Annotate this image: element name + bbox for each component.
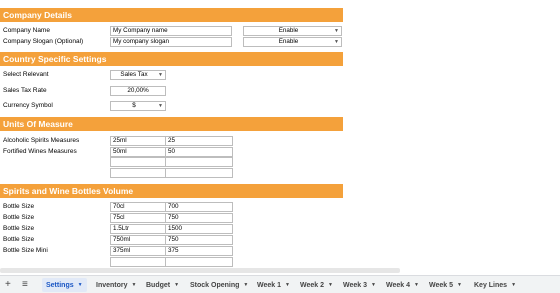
select-relevant-dropdown[interactable]: Sales Tax ▼ (110, 70, 166, 80)
select-relevant-value: Sales Tax (120, 71, 148, 78)
tab-stock-opening[interactable]: Stock Opening ▼ (186, 278, 252, 292)
tab-week-4[interactable]: Week 4 ▼ (382, 278, 423, 292)
tab-label: Stock Opening (190, 281, 240, 289)
tab-budget[interactable]: Budget ▼ (142, 278, 183, 292)
section-country-settings: Country Specific Settings (0, 52, 343, 66)
units-cell-b[interactable] (165, 168, 233, 178)
section-bottle-volume: Spirits and Wine Bottles Volume (0, 184, 343, 198)
chevron-down-icon: ▼ (414, 282, 419, 288)
chevron-down-icon: ▼ (334, 28, 339, 34)
tab-week-5[interactable]: Week 5 ▼ (425, 278, 466, 292)
select-relevant-label: Select Relevant (3, 71, 49, 78)
sales-tax-rate-cell[interactable]: 20,00% (110, 86, 166, 96)
tab-inventory[interactable]: Inventory ▼ (92, 278, 140, 292)
spreadsheet-grid: Company Details Company Name My Company … (0, 0, 560, 273)
add-sheet-icon[interactable]: + (5, 278, 11, 292)
bottle-cell-a[interactable]: 375ml (110, 246, 166, 256)
company-name-cell[interactable]: My Company name (110, 26, 232, 36)
sheet-tab-bar: + ≡ Settings ▼ Inventory ▼ Budget ▼ Stock O… (0, 275, 560, 293)
bottle-row-label: Bottle Size (3, 214, 35, 221)
company-name-enable-select[interactable]: Enable ▼ (243, 26, 342, 36)
tab-label: Week 3 (343, 281, 367, 289)
bottle-cell-b[interactable] (165, 257, 233, 267)
section-company-details: Company Details (0, 8, 343, 22)
units-cell-b[interactable]: 50 (165, 147, 233, 157)
chevron-down-icon: ▼ (77, 282, 83, 288)
tab-label: Week 4 (386, 281, 410, 289)
tab-label: Inventory (96, 281, 128, 289)
tab-label: Key Lines (474, 281, 508, 289)
currency-symbol-dropdown[interactable]: $ ▼ (110, 101, 166, 111)
bottle-cell-b[interactable]: 375 (165, 246, 233, 256)
tab-label: Settings (46, 281, 74, 289)
bottle-row-label: Bottle Size (3, 236, 35, 243)
tab-week-2[interactable]: Week 2 ▼ (296, 278, 337, 292)
chevron-down-icon: ▼ (457, 282, 462, 288)
tab-week-1[interactable]: Week 1 ▼ (253, 278, 294, 292)
bottle-row-label: Bottle Size Mini (3, 247, 48, 254)
horizontal-scrollbar[interactable] (0, 268, 400, 273)
chevron-down-icon: ▼ (334, 39, 339, 45)
company-slogan-label: Company Slogan (Optional) (3, 38, 84, 45)
chevron-down-icon: ▼ (511, 282, 517, 288)
tab-label: Week 1 (257, 281, 281, 289)
chevron-down-icon: ▼ (158, 72, 163, 78)
bottle-cell-a[interactable] (110, 257, 166, 267)
currency-symbol-value: $ (132, 102, 136, 109)
sales-tax-rate-label: Sales Tax Rate (3, 87, 47, 94)
chevron-down-icon: ▼ (174, 282, 180, 288)
tab-label: Week 5 (429, 281, 453, 289)
chevron-down-icon: ▼ (158, 103, 163, 109)
tab-label: Week 2 (300, 281, 324, 289)
units-row-label: Fortified Wines Measures (3, 148, 77, 155)
bottle-row-label: Bottle Size (3, 203, 35, 210)
units-cell-a[interactable] (110, 168, 166, 178)
bottle-cell-a[interactable]: 70cl (110, 202, 166, 212)
tab-settings[interactable]: Settings ▼ (42, 278, 87, 292)
all-sheets-icon[interactable]: ≡ (22, 278, 28, 292)
bottle-cell-b[interactable]: 1500 (165, 224, 233, 234)
bottle-row-label: Bottle Size (3, 225, 35, 232)
company-slogan-cell[interactable]: My company slogan (110, 37, 232, 47)
units-cell-b[interactable] (165, 157, 233, 167)
chevron-down-icon: ▼ (371, 282, 376, 288)
bottle-cell-b[interactable]: 750 (165, 235, 233, 245)
chevron-down-icon: ▼ (243, 282, 249, 288)
chevron-down-icon: ▼ (285, 282, 290, 288)
tab-key-lines[interactable]: Key Lines ▼ (470, 278, 520, 292)
bottle-cell-a[interactable]: 75cl (110, 213, 166, 223)
bottle-cell-a[interactable]: 750ml (110, 235, 166, 245)
tab-label: Budget (146, 281, 171, 289)
company-name-label: Company Name (3, 27, 50, 34)
bottle-cell-b[interactable]: 750 (165, 213, 233, 223)
bottle-cell-a[interactable]: 1.5Ltr (110, 224, 166, 234)
units-cell-a[interactable]: 50ml (110, 147, 166, 157)
company-slogan-enable-value: Enable (278, 38, 299, 45)
tab-week-3[interactable]: Week 3 ▼ (339, 278, 380, 292)
bottle-cell-b[interactable]: 700 (165, 202, 233, 212)
company-slogan-enable-select[interactable]: Enable ▼ (243, 37, 342, 47)
units-row-label: Alcoholic Spirits Measures (3, 137, 80, 144)
chevron-down-icon: ▼ (131, 282, 137, 288)
chevron-down-icon: ▼ (328, 282, 333, 288)
company-name-enable-value: Enable (278, 27, 299, 34)
currency-symbol-label: Currency Symbol (3, 102, 53, 109)
units-cell-a[interactable] (110, 157, 166, 167)
section-units-of-measure: Units Of Measure (0, 117, 343, 131)
units-cell-a[interactable]: 25ml (110, 136, 166, 146)
units-cell-b[interactable]: 25 (165, 136, 233, 146)
